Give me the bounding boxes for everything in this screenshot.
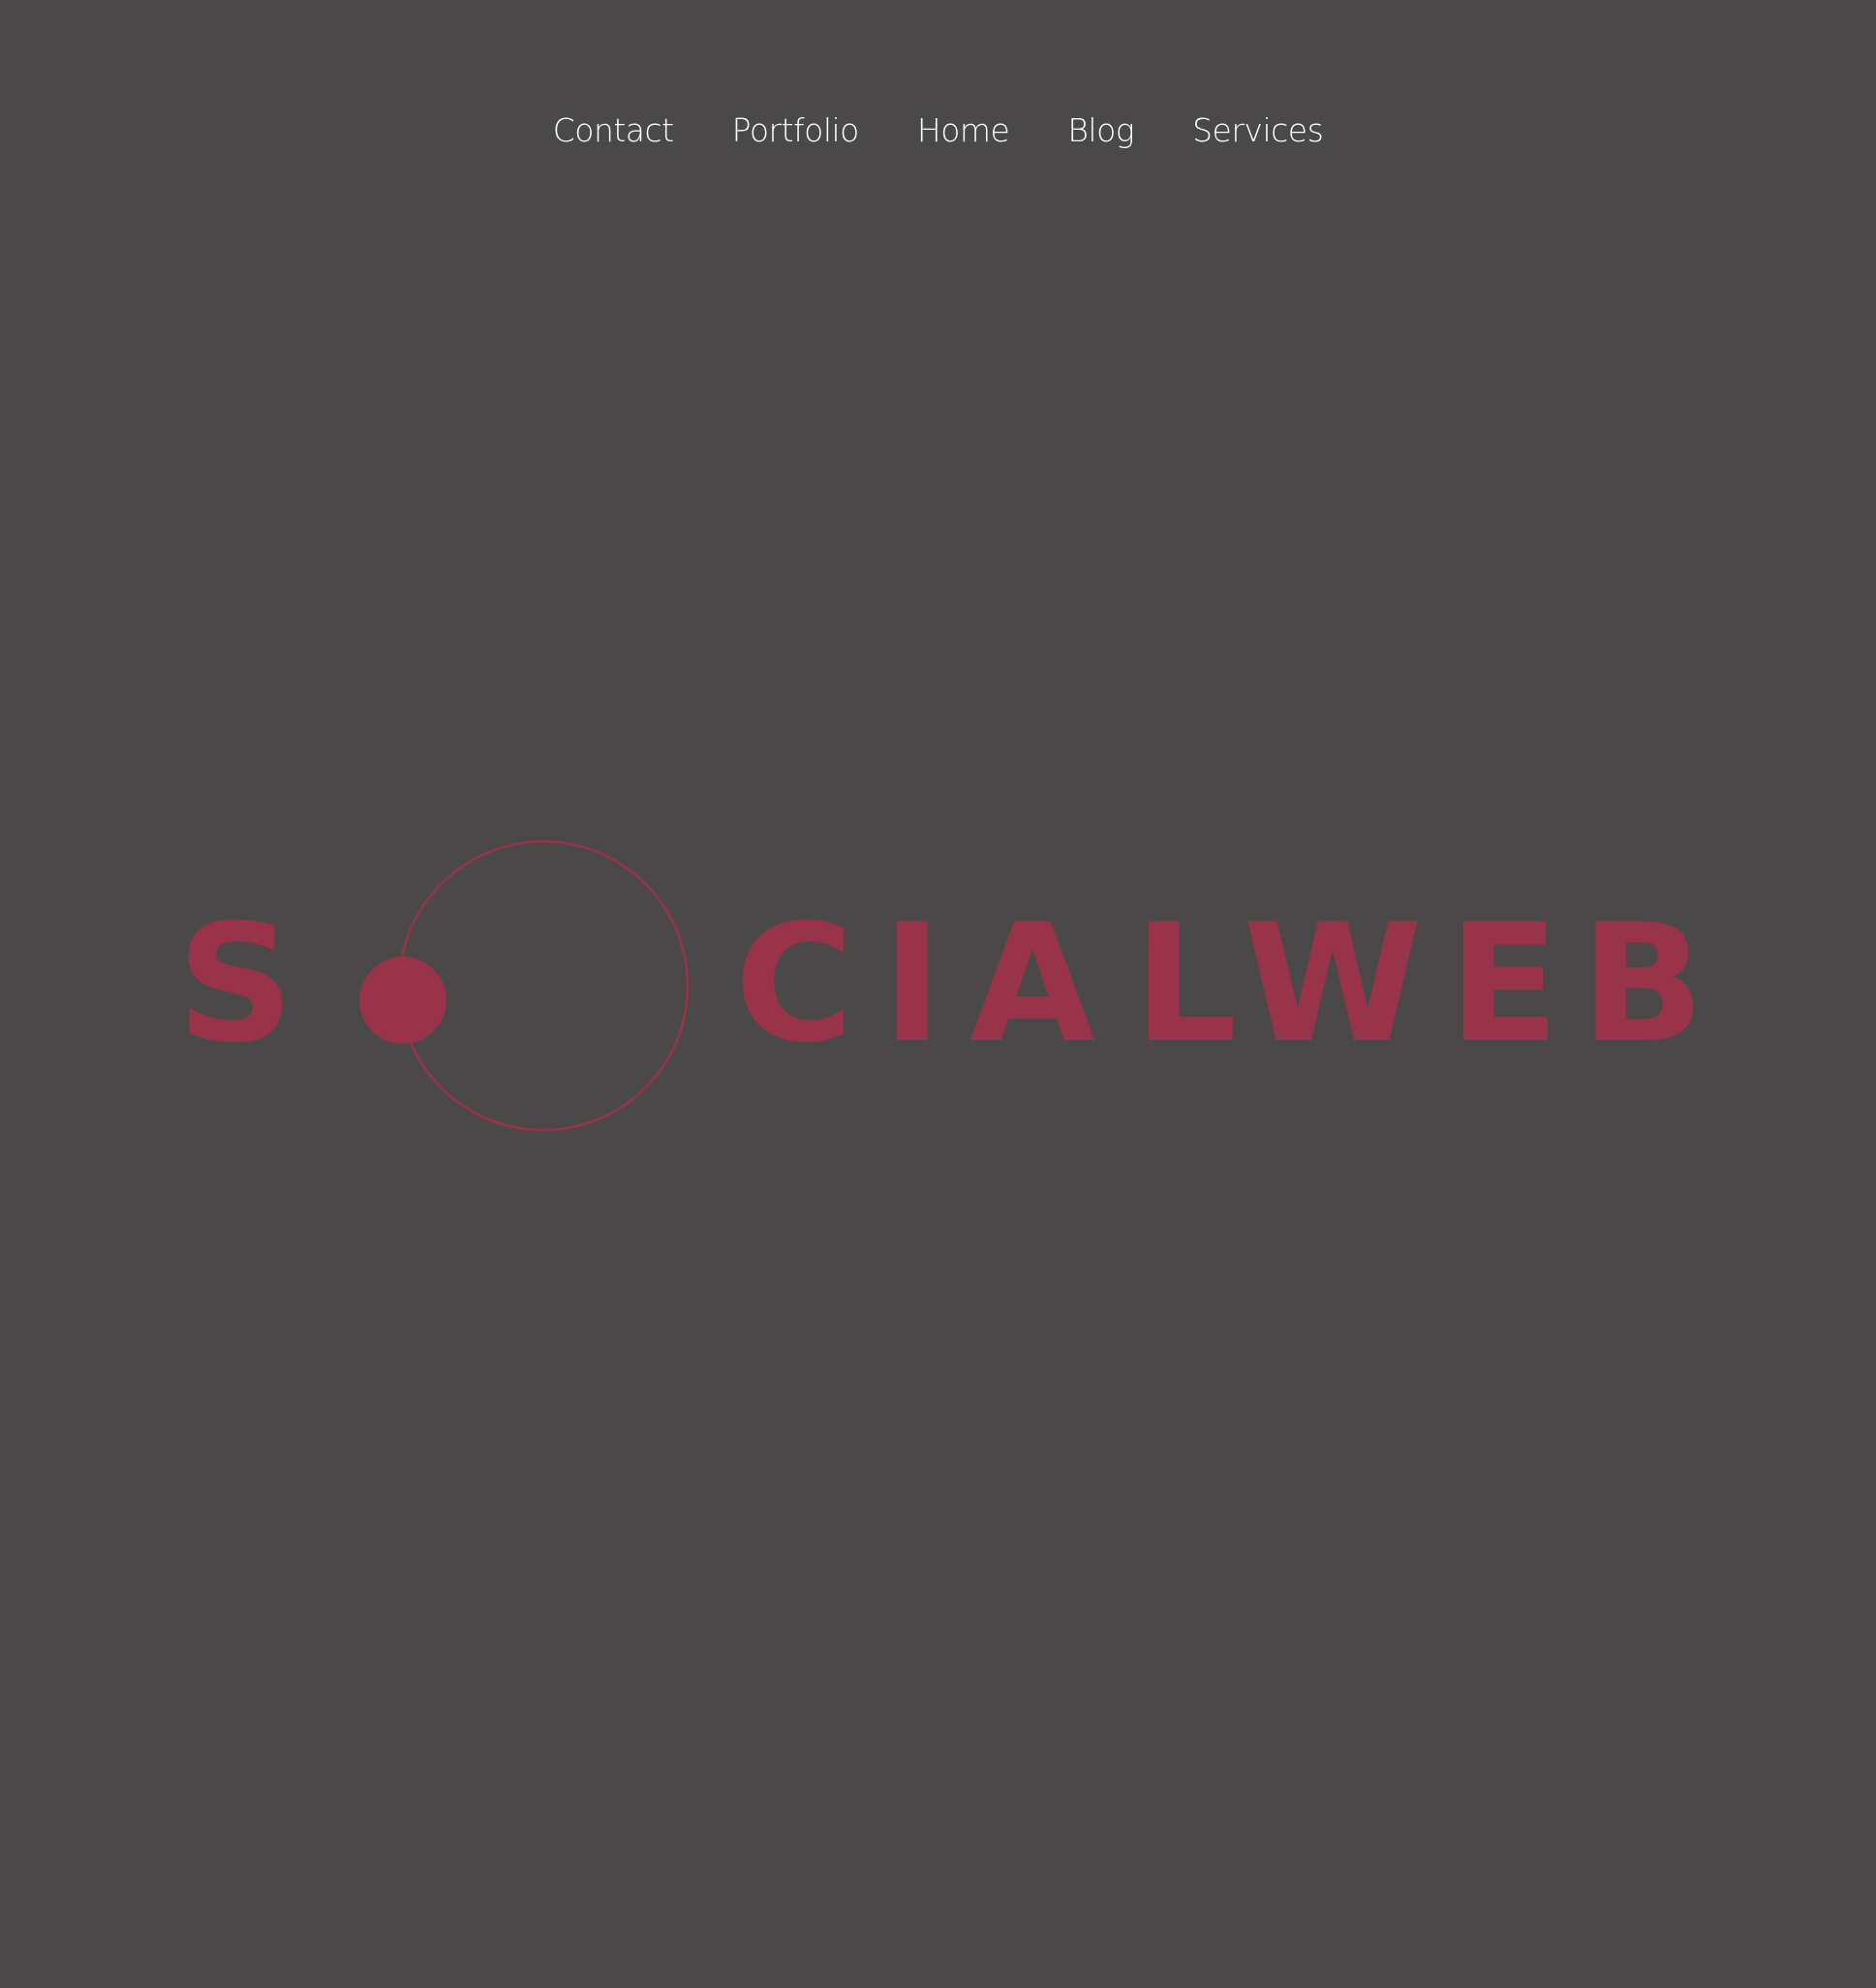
logo-letter-w: W (1243, 889, 1422, 1079)
logo-letter-c: C (734, 889, 853, 1079)
page: Contact Portfolio Home Blog Services S C… (0, 0, 1876, 1988)
logo-letter-a: A (969, 889, 1095, 1079)
logo-letter-s: S (177, 889, 294, 1079)
logo-letter-b: B (1581, 889, 1705, 1079)
logo-letter-e: E (1449, 889, 1560, 1079)
logo-letter-l: L (1133, 889, 1237, 1079)
logo-letter-i: I (882, 889, 943, 1079)
logo-orbit-dot (359, 957, 446, 1044)
socialweb-logo: S C I A L W E B (177, 840, 1705, 1132)
